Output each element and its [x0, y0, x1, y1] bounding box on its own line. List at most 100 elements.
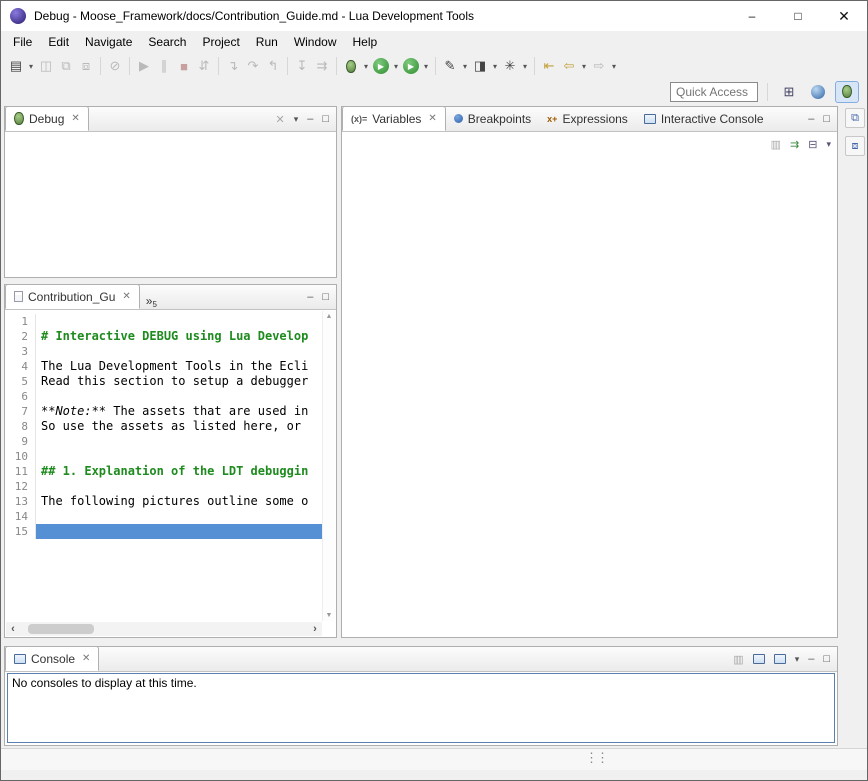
menu-search[interactable]: Search: [140, 31, 194, 53]
scrollbar-thumb[interactable]: [28, 624, 94, 634]
editor-maximize-button[interactable]: □: [322, 291, 329, 303]
save-all-icon: ⧉: [61, 58, 70, 74]
quick-access-toolbar: ⊞: [1, 79, 867, 104]
variables-maximize-button[interactable]: □: [823, 113, 830, 125]
forward-dropdown-chevron-icon[interactable]: ▾: [609, 62, 619, 71]
display-selected-console-button[interactable]: [753, 654, 765, 664]
attach-dropdown-chevron-icon[interactable]: ▾: [460, 62, 470, 71]
menu-project[interactable]: Project: [194, 31, 247, 53]
open-console-button[interactable]: [774, 654, 786, 664]
forward-button[interactable]: ⇨: [589, 55, 609, 77]
open-console-log-button[interactable]: ▥: [733, 653, 743, 666]
close-icon[interactable]: ✕: [122, 291, 130, 302]
attach-debug-button[interactable]: ✎: [440, 55, 460, 77]
console-maximize-button[interactable]: □: [823, 653, 830, 665]
close-button[interactable]: ✕: [821, 1, 867, 31]
new-button[interactable]: ▤: [6, 55, 26, 77]
scroll-up-icon[interactable]: ▲: [323, 313, 335, 320]
import-variables-button[interactable]: ⇉: [790, 138, 799, 151]
external-tools-dropdown-chevron-icon[interactable]: ▾: [421, 62, 431, 71]
restore-view-button-2[interactable]: ⧈: [845, 136, 865, 156]
console-dropdown-chevron-icon[interactable]: ▾: [795, 654, 800, 665]
debug-button[interactable]: [341, 55, 361, 77]
console-minimize-button[interactable]: –: [808, 653, 814, 665]
debug-minimize-button[interactable]: –: [307, 113, 313, 125]
remove-terminated-button[interactable]: ✕: [275, 113, 284, 126]
disconnect-button[interactable]: ⇵: [194, 55, 214, 77]
print-button[interactable]: ⧈: [76, 55, 96, 77]
menu-run[interactable]: Run: [248, 31, 286, 53]
suspend-button[interactable]: ∥: [154, 55, 174, 77]
menu-file[interactable]: File: [5, 31, 40, 53]
external-tools-icon: ▶: [403, 58, 419, 74]
drop-to-frame-button[interactable]: ↧: [292, 55, 312, 77]
back-dropdown-chevron-icon[interactable]: ▾: [579, 62, 589, 71]
console-tools: ▥ ▾ – □: [733, 653, 837, 666]
minimize-button[interactable]: –: [729, 1, 775, 31]
scroll-down-icon[interactable]: ▼: [323, 612, 335, 619]
line-number: 3: [6, 344, 36, 359]
run-dropdown-chevron-icon[interactable]: ▾: [391, 62, 401, 71]
menu-help[interactable]: Help: [345, 31, 386, 53]
close-icon[interactable]: ✕: [71, 113, 79, 124]
tab-debug[interactable]: Debug ✕: [5, 106, 89, 131]
run-button[interactable]: ▶: [371, 55, 391, 77]
restore-view-button-1[interactable]: ⧉: [845, 108, 865, 128]
tab-console[interactable]: Console ✕: [5, 646, 99, 671]
tab-breakpoints[interactable]: Breakpoints: [446, 106, 539, 131]
statusbar-drag-handle[interactable]: ⋮⋮: [585, 750, 607, 766]
close-icon[interactable]: ✕: [428, 113, 436, 124]
tab-contribution-guide[interactable]: Contribution_Gu ✕: [5, 284, 140, 309]
show-layout-button[interactable]: ▥: [771, 138, 781, 151]
new-lua-file-button[interactable]: ◨: [470, 55, 490, 77]
terminate-button[interactable]: ■: [174, 55, 194, 77]
external-tools-button[interactable]: ▶: [401, 55, 421, 77]
hidden-editors-chevron[interactable]: » 5: [140, 294, 163, 309]
editor-line: 7**Note:** The assets that are used in: [6, 404, 322, 419]
last-edit-location-button[interactable]: ⇤: [539, 55, 559, 77]
editor-horizontal-scrollbar[interactable]: ‹ ›: [6, 622, 322, 636]
back-button[interactable]: ⇦: [559, 55, 579, 77]
search-dropdown-chevron-icon[interactable]: ▾: [520, 62, 530, 71]
save-all-button[interactable]: ⧉: [56, 55, 76, 77]
search-tool-button[interactable]: ✳: [500, 55, 520, 77]
lua-perspective-button[interactable]: [806, 81, 830, 103]
toolbar-separator: [287, 57, 288, 75]
tab-interactive-console[interactable]: Interactive Console: [636, 106, 772, 131]
step-return-button[interactable]: ↰: [263, 55, 283, 77]
save-button[interactable]: ◫: [36, 55, 56, 77]
debug-dropdown-chevron-icon[interactable]: ▾: [361, 62, 371, 71]
debug-view-menu-chevron-icon[interactable]: ▾: [294, 114, 299, 125]
tab-expressions[interactable]: x+ Expressions: [539, 106, 636, 131]
skip-breakpoints-button[interactable]: ⊘: [105, 55, 125, 77]
editor-minimize-button[interactable]: –: [307, 291, 313, 303]
last-edit-location-icon: ⇤: [544, 58, 555, 74]
debug-bug-icon: [346, 60, 356, 73]
variables-minimize-button[interactable]: –: [808, 113, 814, 125]
step-over-button[interactable]: ↷: [243, 55, 263, 77]
variables-view-menu-chevron-icon[interactable]: ▾: [826, 139, 831, 150]
maximize-button[interactable]: □: [775, 1, 821, 31]
editor-content[interactable]: 1 2# Interactive DEBUG using Lua Develop…: [6, 311, 322, 621]
use-step-filters-button[interactable]: ⇉: [312, 55, 332, 77]
quick-access-input[interactable]: [670, 82, 758, 102]
editor-vertical-scrollbar[interactable]: ▲ ▼: [322, 311, 335, 621]
scroll-left-icon[interactable]: ‹: [6, 623, 20, 635]
console-content[interactable]: No consoles to display at this time.: [7, 673, 835, 743]
collapse-all-button[interactable]: ⊟: [808, 138, 817, 151]
scroll-right-icon[interactable]: ›: [308, 623, 322, 635]
debug-perspective-button[interactable]: [835, 81, 859, 103]
tab-variables[interactable]: (x)= Variables ✕: [342, 106, 446, 131]
debug-maximize-button[interactable]: □: [322, 113, 329, 125]
step-into-button[interactable]: ↴: [223, 55, 243, 77]
resume-button[interactable]: ▶: [134, 55, 154, 77]
new-dropdown-chevron-icon[interactable]: ▾: [26, 62, 36, 71]
open-perspective-button[interactable]: ⊞: [777, 81, 801, 103]
close-icon[interactable]: ✕: [82, 653, 90, 664]
menu-edit[interactable]: Edit: [40, 31, 77, 53]
new-lua-dropdown-chevron-icon[interactable]: ▾: [490, 62, 500, 71]
menu-navigate[interactable]: Navigate: [77, 31, 140, 53]
line-number: 9: [6, 434, 36, 449]
menu-window[interactable]: Window: [286, 31, 345, 53]
editor-line: 1: [6, 314, 322, 329]
